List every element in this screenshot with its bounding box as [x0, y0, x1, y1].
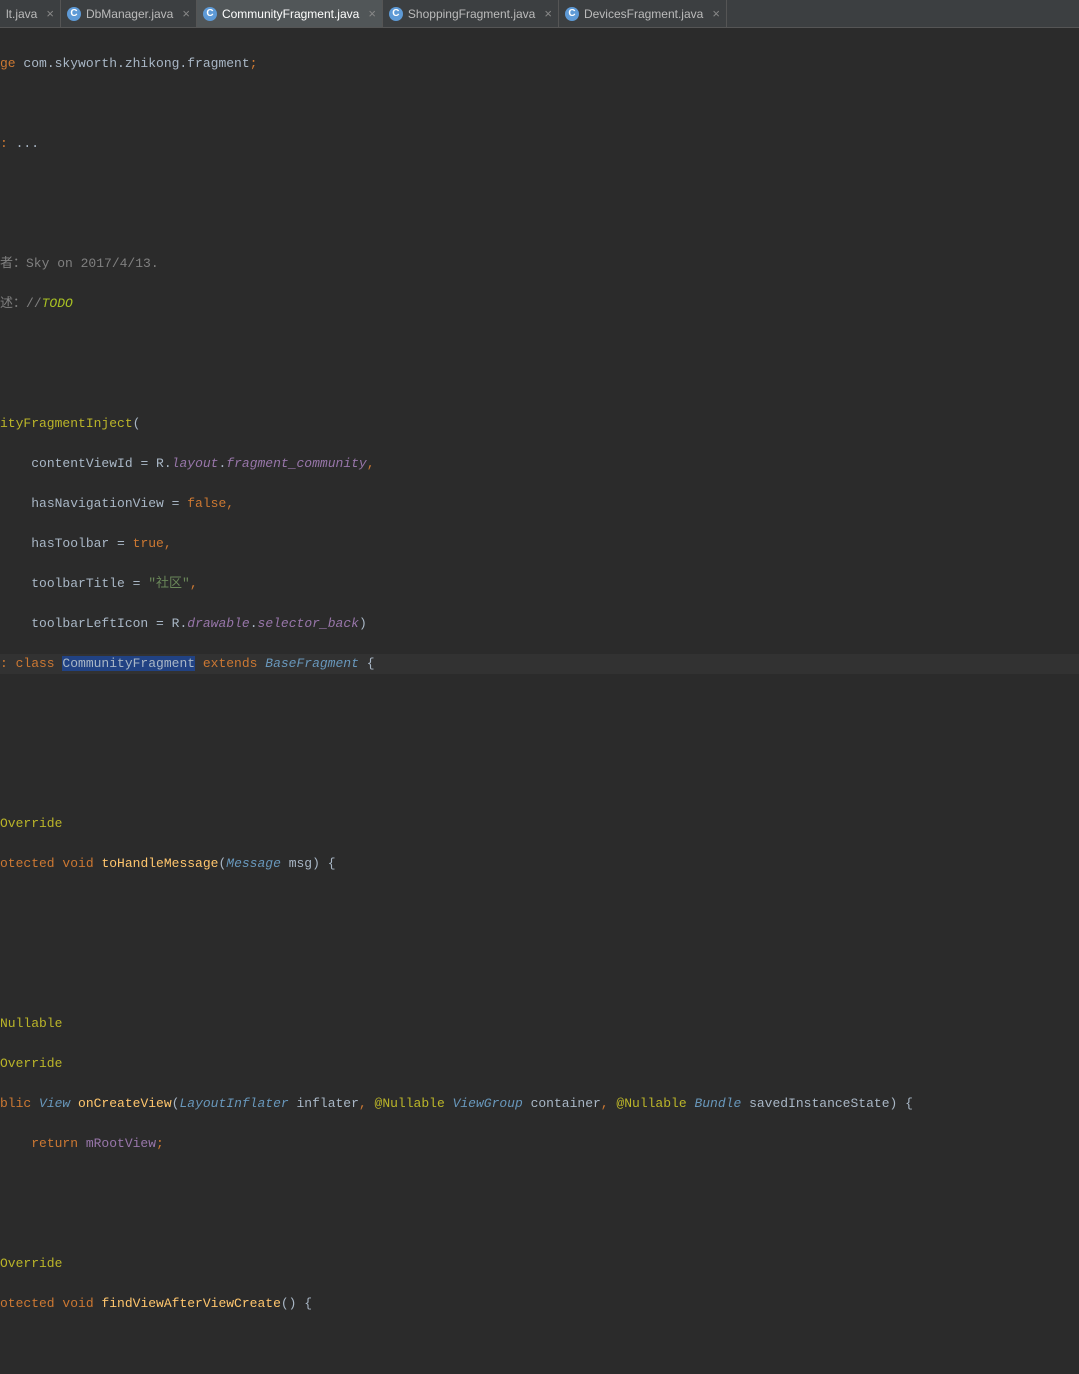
code-line	[0, 934, 1079, 954]
tab-shoppingfragment[interactable]: C ShoppingFragment.java ×	[383, 0, 559, 27]
code-line: hasToolbar = true,	[0, 534, 1079, 554]
code-line	[0, 1334, 1079, 1354]
close-icon[interactable]: ×	[712, 6, 720, 21]
tab-label: CommunityFragment.java	[222, 7, 359, 21]
code-line	[0, 694, 1079, 714]
code-line	[0, 774, 1079, 794]
code-editor[interactable]: ge com.skyworth.zhikong.fragment; : ... …	[0, 28, 1079, 1374]
code-line: return mRootView;	[0, 1134, 1079, 1154]
code-line	[0, 94, 1079, 114]
code-line: Override	[0, 1054, 1079, 1074]
tab-label: ShoppingFragment.java	[408, 7, 535, 21]
code-line: 述：//TODO	[0, 294, 1079, 314]
code-line	[0, 334, 1079, 354]
class-icon: C	[67, 7, 81, 21]
code-line	[0, 1214, 1079, 1234]
tab-label: DevicesFragment.java	[584, 7, 703, 21]
tab-devicesfragment[interactable]: C DevicesFragment.java ×	[559, 0, 727, 27]
class-icon: C	[389, 7, 403, 21]
editor-tabs: lt.java × C DbManager.java × C Community…	[0, 0, 1079, 28]
code-line: toolbarTitle = "社区",	[0, 574, 1079, 594]
code-line: Override	[0, 814, 1079, 834]
code-line: Override	[0, 1254, 1079, 1274]
code-line	[0, 1174, 1079, 1194]
tab-lt[interactable]: lt.java ×	[0, 0, 61, 27]
code-line: ge com.skyworth.zhikong.fragment;	[0, 54, 1079, 74]
close-icon[interactable]: ×	[182, 6, 190, 21]
code-line: blic View onCreateView(LayoutInflater in…	[0, 1094, 1079, 1114]
code-line: : class CommunityFragment extends BaseFr…	[0, 654, 1079, 674]
code-line	[0, 374, 1079, 394]
code-line	[0, 894, 1079, 914]
close-icon[interactable]: ×	[368, 6, 376, 21]
code-line: hasNavigationView = false,	[0, 494, 1079, 514]
code-line	[0, 974, 1079, 994]
tab-communityfragment[interactable]: C CommunityFragment.java ×	[197, 0, 383, 27]
code-line: Nullable	[0, 1014, 1079, 1034]
code-line: contentViewId = R.layout.fragment_commun…	[0, 454, 1079, 474]
tab-label: lt.java	[6, 7, 37, 21]
code-line	[0, 734, 1079, 754]
code-line: ityFragmentInject(	[0, 414, 1079, 434]
code-line: : ...	[0, 134, 1079, 154]
code-line	[0, 174, 1079, 194]
code-line: 者：Sky on 2017/4/13.	[0, 254, 1079, 274]
class-icon: C	[203, 7, 217, 21]
code-line: otected void toHandleMessage(Message msg…	[0, 854, 1079, 874]
class-icon: C	[565, 7, 579, 21]
tab-label: DbManager.java	[86, 7, 173, 21]
tab-dbmanager[interactable]: C DbManager.java ×	[61, 0, 197, 27]
code-line: toolbarLeftIcon = R.drawable.selector_ba…	[0, 614, 1079, 634]
code-line: otected void findViewAfterViewCreate() {	[0, 1294, 1079, 1314]
close-icon[interactable]: ×	[46, 6, 54, 21]
code-line	[0, 214, 1079, 234]
close-icon[interactable]: ×	[544, 6, 552, 21]
